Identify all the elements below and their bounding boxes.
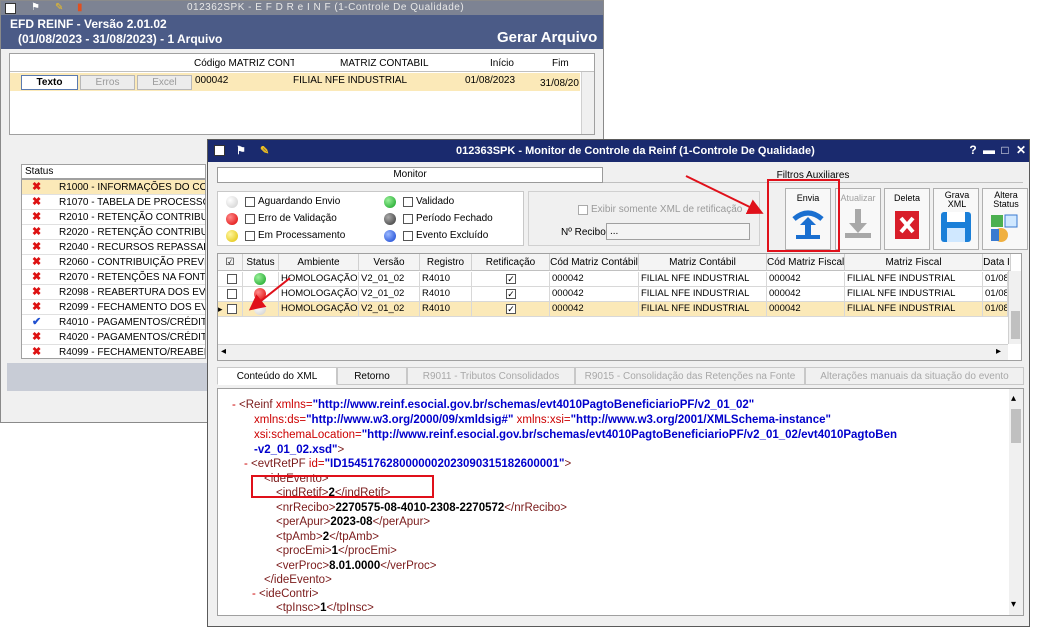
annotation-arrows xyxy=(248,175,764,311)
